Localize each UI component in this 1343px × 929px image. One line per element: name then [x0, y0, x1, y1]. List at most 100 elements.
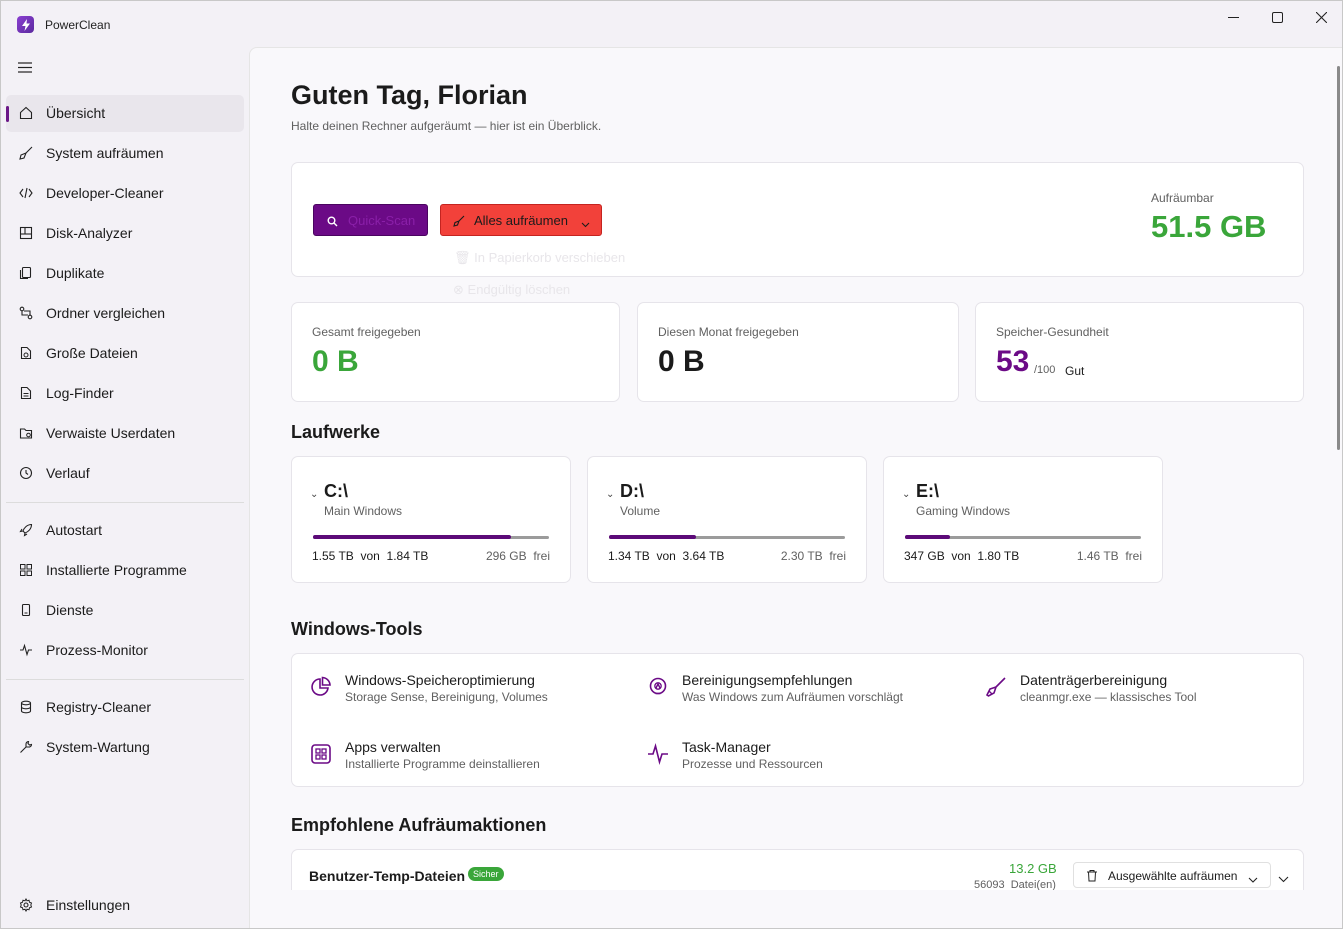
- sidebar-divider: [6, 502, 244, 503]
- lightbulb-icon: [647, 676, 669, 698]
- sidebar-item-einstellungen[interactable]: Einstellungen: [6, 887, 244, 924]
- clean-selected-button[interactable]: Ausgewählte aufräumen: [1073, 862, 1271, 888]
- drive-volume: Volume: [620, 504, 661, 518]
- drive-used: 1.34 TB von 3.64 TB: [608, 549, 725, 563]
- quick-scan-button[interactable]: Quick-Scan: [313, 204, 428, 236]
- drive-card[interactable]: ⌄ D:\ Volume 1.34 TB von 3.64 TB 2.30 TB…: [587, 456, 867, 583]
- folder-icon: [18, 425, 34, 441]
- sidebar-item-label: System-Wartung: [46, 739, 150, 755]
- sidebar-item-uebersicht[interactable]: Übersicht: [6, 95, 244, 132]
- stat-card-month: Diesen Monat freigegeben 0 B: [637, 302, 959, 402]
- stat-label: Speicher-Gesundheit: [996, 325, 1109, 339]
- sidebar-item-autostart[interactable]: Autostart: [6, 512, 244, 549]
- hamburger-menu-icon[interactable]: [13, 55, 37, 79]
- sidebar-item-verwaiste-userdaten[interactable]: Verwaiste Userdaten: [6, 415, 244, 452]
- maximize-button[interactable]: [1254, 1, 1300, 33]
- sidebar-item-label: Große Dateien: [46, 345, 138, 361]
- sidebar-item-prozess-monitor[interactable]: Prozess-Monitor: [6, 632, 244, 669]
- tool-item[interactable]: Datenträgerbereinigung cleanmgr.exe — kl…: [985, 672, 1305, 712]
- service-icon: [18, 602, 34, 618]
- tool-name: Windows-Speicheroptimierung: [345, 672, 535, 688]
- sidebar-divider: [6, 679, 244, 680]
- chevron-down-icon: [1248, 871, 1258, 887]
- sidebar-item-log-finder[interactable]: Log-Finder: [6, 375, 244, 412]
- chevron-down-icon: [581, 215, 590, 231]
- delete-icon: ⊗: [453, 282, 464, 297]
- clean-all-button[interactable]: Alles aufräumen: [440, 204, 602, 236]
- gear-icon: [18, 897, 34, 913]
- sidebar-item-installierte-programme[interactable]: Installierte Programme: [6, 552, 244, 589]
- drive-card[interactable]: ⌄ E:\ Gaming Windows 347 GB von 1.80 TB …: [883, 456, 1163, 583]
- page-subtitle: Halte deinen Rechner aufgeräumt — hier i…: [291, 119, 602, 133]
- sidebar-item-label: Dienste: [46, 602, 94, 618]
- large-files-icon: [18, 345, 34, 361]
- tool-desc: Storage Sense, Bereinigung, Volumes: [345, 690, 548, 704]
- sidebar-item-system-aufraeumen[interactable]: System aufräumen: [6, 135, 244, 172]
- stat-card-health: Speicher-Gesundheit 53 /100 Gut: [975, 302, 1304, 402]
- tool-name: Bereinigungsempfehlungen: [682, 672, 853, 688]
- minimize-button[interactable]: [1210, 1, 1256, 33]
- stat-value: 0 B: [312, 345, 359, 378]
- sidebar-item-developer-cleaner[interactable]: Developer-Cleaner: [6, 175, 244, 212]
- section-title-tools: Windows-Tools: [291, 619, 423, 639]
- broom-icon: [18, 145, 34, 161]
- home-icon: [18, 105, 34, 121]
- tool-item[interactable]: Task-Manager Prozesse und Ressourcen: [647, 739, 967, 779]
- stat-label: Diesen Monat freigegeben: [658, 325, 799, 339]
- clean-selected-label: Ausgewählte aufräumen: [1108, 869, 1238, 883]
- main-content: Guten Tag, Florian Halte deinen Rechner …: [249, 47, 1342, 928]
- recommended-item-name: Benutzer-Temp-Dateien: [309, 868, 466, 884]
- search-icon: [327, 214, 338, 230]
- drive-used: 347 GB von 1.80 TB: [904, 549, 1020, 563]
- tool-name: Apps verwalten: [345, 739, 441, 755]
- content-fade: [250, 890, 1342, 928]
- sidebar-item-registry-cleaner[interactable]: Registry-Cleaner: [6, 689, 244, 726]
- menu-item-delete[interactable]: ⊗ Endgültig löschen: [453, 282, 570, 298]
- tool-name: Task-Manager: [682, 739, 771, 755]
- trash-icon: [1086, 869, 1098, 885]
- sidebar-item-disk-analyzer[interactable]: Disk-Analyzer: [6, 215, 244, 252]
- drive-free: 2.30 TB frei: [780, 549, 846, 563]
- drive-card[interactable]: ⌄ C:\ Main Windows 1.55 TB von 1.84 TB 2…: [291, 456, 571, 583]
- duplicate-icon: [18, 265, 34, 281]
- sidebar: Übersicht System aufräumen Developer-Cle…: [1, 47, 249, 928]
- expand-chevron-icon[interactable]: [1278, 870, 1289, 886]
- sidebar-item-ordner-vergleichen[interactable]: Ordner vergleichen: [6, 295, 244, 332]
- sidebar-item-verlauf[interactable]: Verlauf: [6, 455, 244, 492]
- sidebar-item-system-wartung[interactable]: System-Wartung: [6, 729, 244, 766]
- chevron-down-icon: ⌄: [310, 489, 319, 500]
- drive-usage-bar: [313, 535, 549, 539]
- tools-card: Windows-Speicheroptimierung Storage Sens…: [291, 653, 1304, 787]
- compare-icon: [18, 305, 34, 321]
- drive-usage-bar: [609, 535, 845, 539]
- drive-free: 1.46 TB frei: [1076, 549, 1142, 563]
- drive-usage-fill: [905, 535, 950, 539]
- drive-used: 1.55 TB von 1.84 TB: [312, 549, 429, 563]
- tool-item[interactable]: Bereinigungsempfehlungen Was Windows zum…: [647, 672, 967, 712]
- title-bar: PowerClean: [1, 1, 1342, 47]
- sidebar-item-label: Übersicht: [46, 105, 106, 121]
- recommended-item-size: 13.2 GB: [1009, 861, 1057, 876]
- pulse-icon: [18, 642, 34, 658]
- trash-icon: 🗑: [454, 250, 471, 265]
- sidebar-item-label: Einstellungen: [46, 897, 131, 913]
- tool-item[interactable]: Apps verwalten Installierte Programme de…: [310, 739, 630, 779]
- section-title-drives: Laufwerke: [291, 422, 381, 442]
- tool-item[interactable]: Windows-Speicheroptimierung Storage Sens…: [310, 672, 630, 712]
- health-value: 53: [996, 345, 1030, 378]
- quick-scan-label: Quick-Scan: [348, 213, 416, 228]
- menu-item-recycle[interactable]: 🗑 In Papierkorb verschieben: [454, 250, 625, 266]
- app-title: PowerClean: [45, 18, 111, 32]
- sidebar-item-dienste[interactable]: Dienste: [6, 592, 244, 629]
- sidebar-item-label: System aufräumen: [46, 145, 164, 161]
- scrollbar[interactable]: [1337, 66, 1340, 450]
- close-button[interactable]: [1298, 1, 1342, 33]
- sidebar-item-duplikate[interactable]: Duplikate: [6, 255, 244, 292]
- health-status: Gut: [1065, 364, 1085, 378]
- disk-icon: [18, 225, 34, 241]
- sidebar-item-label: Verlauf: [46, 465, 90, 481]
- sidebar-item-label: Registry-Cleaner: [46, 699, 152, 715]
- drive-volume: Main Windows: [324, 504, 403, 518]
- sidebar-item-grosse-dateien[interactable]: Große Dateien: [6, 335, 244, 372]
- drive-name: C:\: [324, 481, 348, 501]
